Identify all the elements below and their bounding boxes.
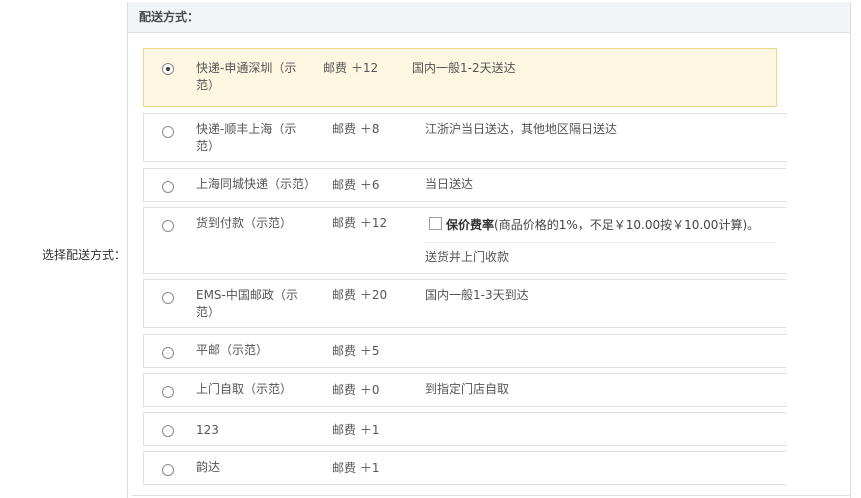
shipping-method-label: 选择配送方式：: [42, 248, 127, 262]
option-name: 平邮（示范）: [196, 343, 269, 357]
option-description: 国内一般1-3天到达: [425, 288, 529, 302]
shipping-option-yunda[interactable]: 韵达 邮费 ＋1: [143, 451, 787, 485]
shipping-option-self-pickup[interactable]: 上门自取（示范） 邮费 ＋0 到指定门店自取: [143, 373, 787, 407]
option-description: 江浙沪当日送达，其他地区隔日送达: [425, 122, 618, 136]
radio-button[interactable]: [162, 386, 174, 398]
shipping-option-ems[interactable]: EMS-中国邮政（示 范） 邮费 ＋20 国内一般1-3天到达: [143, 279, 787, 328]
radio-button[interactable]: [162, 292, 174, 304]
option-fee: 邮费 ＋8: [332, 122, 380, 136]
radio-button[interactable]: [162, 126, 174, 138]
option-name: 快递-申通深圳（示 范）: [196, 61, 297, 92]
radio-button[interactable]: [162, 425, 174, 437]
divider: [425, 242, 775, 243]
radio-button-selected[interactable]: [162, 63, 174, 75]
radio-button[interactable]: [162, 220, 174, 232]
option-fee: 邮费 ＋1: [332, 461, 380, 475]
insurance-row: 保价费率(商品价格的1%，不足￥10.00按￥10.00计算)。: [429, 217, 759, 234]
option-fee: 邮费 ＋12: [323, 61, 379, 75]
option-name: 韵达: [196, 460, 221, 474]
option-name: 上门自取（示范）: [196, 382, 293, 396]
insurance-text: (商品价格的1%，不足￥10.00按￥10.00计算)。: [494, 218, 760, 232]
option-fee: 邮费 ＋6: [332, 178, 380, 192]
option-name: 上海同城快递（示范）: [196, 177, 317, 191]
option-fee: 邮费 ＋1: [332, 423, 380, 437]
option-name: 货到付款（示范）: [196, 216, 293, 230]
option-description: 到指定门店自取: [425, 382, 510, 396]
insurance-label: 保价费率: [446, 218, 495, 232]
radio-button[interactable]: [162, 181, 174, 193]
option-description: 当日送达: [425, 177, 474, 191]
radio-button[interactable]: [162, 464, 174, 476]
insurance-checkbox[interactable]: [429, 217, 442, 230]
shipping-option-cod[interactable]: 货到付款（示范） 邮费 ＋12 保价费率(商品价格的1%，不足￥10.00按￥1…: [143, 207, 787, 274]
shipping-panel: 配送方式： 快递-申通深圳（示 范） 邮费 ＋12 国内一般1-2天送达 快递-…: [127, 2, 851, 498]
radio-button[interactable]: [162, 347, 174, 359]
shipping-option-shanghai-local[interactable]: 上海同城快递（示范） 邮费 ＋6 当日送达: [143, 168, 787, 202]
option-name: EMS-中国邮政（示 范）: [196, 288, 298, 319]
panel-title: 配送方式：: [128, 2, 850, 33]
shipping-option-surface-mail[interactable]: 平邮（示范） 邮费 ＋5: [143, 334, 787, 368]
option-fee: 邮费 ＋5: [332, 344, 380, 358]
option-fee: 邮费 ＋12: [332, 216, 388, 230]
panel-bottom-divider: [132, 495, 850, 496]
option-name: 123: [196, 423, 219, 437]
shipping-option-shunfeng[interactable]: 快递-顺丰上海（示 范） 邮费 ＋8 江浙沪当日送达，其他地区隔日送达: [143, 113, 787, 162]
option-description: 送货并上门收款: [425, 250, 510, 264]
option-name: 快递-顺丰上海（示 范）: [196, 122, 297, 153]
shipping-option-shentong[interactable]: 快递-申通深圳（示 范） 邮费 ＋12 国内一般1-2天送达: [143, 48, 777, 107]
shipping-option-123[interactable]: 123 邮费 ＋1: [143, 412, 787, 446]
option-fee: 邮费 ＋20: [332, 288, 388, 302]
option-fee: 邮费 ＋0: [332, 383, 380, 397]
option-description: 国内一般1-2天送达: [412, 61, 516, 75]
